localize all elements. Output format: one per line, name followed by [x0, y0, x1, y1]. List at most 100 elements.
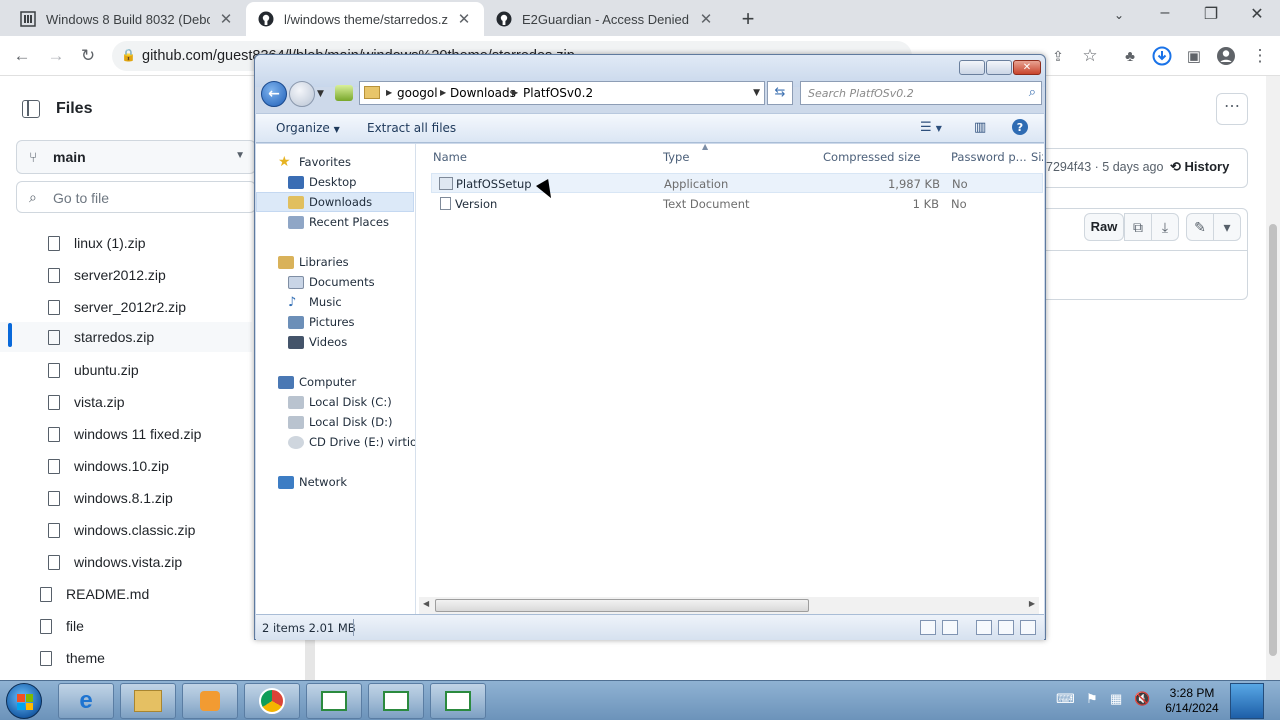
- commit-hash[interactable]: 7294f43 · 5 days ago: [1046, 160, 1163, 174]
- view-options-icon[interactable]: ☰ ▼: [920, 120, 942, 135]
- file-row[interactable]: PlatfOSSetup Application 1,987 KB No: [431, 173, 1043, 193]
- layout-icon[interactable]: [998, 620, 1014, 635]
- scrollbar-thumb[interactable]: [435, 599, 809, 612]
- menu-kebab-icon[interactable]: ⋮: [1248, 44, 1272, 68]
- keyboard-icon[interactable]: ⌨: [1056, 691, 1075, 707]
- file-explorer-icon[interactable]: [120, 683, 176, 719]
- nav-videos[interactable]: Videos: [256, 332, 347, 352]
- chevron-down-icon[interactable]: ▾: [1213, 213, 1241, 241]
- side-panel-icon[interactable]: ▣: [1182, 44, 1206, 68]
- tab-windows8-build[interactable]: Windows 8 Build 8032 (Debomb ✕: [8, 2, 246, 36]
- nav-computer[interactable]: Computer: [256, 372, 356, 392]
- forward-icon[interactable]: →: [44, 44, 68, 68]
- tree-item[interactable]: ubuntu.zip: [48, 355, 139, 385]
- nav-documents[interactable]: Documents: [256, 272, 375, 292]
- back-icon[interactable]: ←: [10, 44, 34, 68]
- minimize-icon[interactable]: –: [1153, 4, 1177, 22]
- help-icon[interactable]: ?: [1011, 118, 1029, 140]
- scroll-left-icon[interactable]: ◀: [423, 599, 429, 608]
- nav-local-disk-d[interactable]: Local Disk (D:): [256, 412, 393, 432]
- chevron-down-icon[interactable]: ▼: [753, 88, 760, 98]
- nav-desktop[interactable]: Desktop: [256, 172, 356, 192]
- restore-icon[interactable]: ❐: [1199, 4, 1223, 24]
- close-tab-icon[interactable]: ✕: [698, 10, 714, 28]
- column-header-name[interactable]: Name: [433, 144, 657, 168]
- window-list-icon[interactable]: [430, 683, 486, 719]
- history-button[interactable]: ⟲ History: [1170, 159, 1229, 175]
- back-arrow-icon[interactable]: ←: [261, 81, 287, 107]
- internet-explorer-icon[interactable]: e: [58, 683, 114, 719]
- nav-network[interactable]: Network: [256, 472, 347, 492]
- tree-item-selected[interactable]: starredos.zip: [0, 322, 252, 352]
- column-header-password[interactable]: Password p...: [951, 144, 1027, 168]
- window-list-icon[interactable]: [368, 683, 424, 719]
- scrollbar-thumb[interactable]: [1269, 224, 1277, 656]
- close-icon[interactable]: ✕: [1013, 60, 1041, 75]
- tree-item[interactable]: README.md: [40, 579, 149, 609]
- page-scrollbar[interactable]: [1266, 76, 1280, 680]
- edit-pencil-icon[interactable]: ✎: [1186, 213, 1214, 241]
- reload-icon[interactable]: ↻: [76, 44, 100, 68]
- tab-github-starredos[interactable]: l/windows theme/starredos.zip · g ✕: [246, 2, 484, 36]
- recent-pages-dropdown-icon[interactable]: ▼: [317, 89, 324, 99]
- nav-libraries[interactable]: Libraries: [256, 252, 349, 272]
- forward-arrow-icon[interactable]: [289, 81, 315, 107]
- tree-item[interactable]: windows.8.1.zip: [48, 483, 173, 513]
- layout-icon[interactable]: [976, 620, 992, 635]
- download-raw-icon[interactable]: ⤓: [1151, 213, 1179, 241]
- nav-downloads[interactable]: Downloads: [256, 192, 414, 212]
- breadcrumb-item[interactable]: googol: [397, 86, 438, 100]
- tree-item[interactable]: windows.vista.zip: [48, 547, 182, 577]
- window-list-icon[interactable]: [306, 683, 362, 719]
- column-header-type[interactable]: Type: [663, 144, 813, 168]
- minimize-icon[interactable]: [959, 60, 985, 75]
- close-window-icon[interactable]: ✕: [1245, 4, 1269, 24]
- extract-all-button[interactable]: Extract all files: [367, 121, 456, 135]
- tree-item[interactable]: windows.classic.zip: [48, 515, 195, 545]
- nav-music[interactable]: ♪ Music: [256, 292, 342, 312]
- more-options-button[interactable]: ⋯: [1216, 93, 1248, 125]
- download-icon[interactable]: [1150, 44, 1174, 68]
- action-center-flag-icon[interactable]: ⚑: [1086, 691, 1098, 707]
- breadcrumb-arrow-icon[interactable]: ▶: [512, 88, 518, 97]
- nav-favorites[interactable]: ★ Favorites: [256, 152, 351, 172]
- breadcrumb-item[interactable]: PlatfOSv0.2: [523, 86, 593, 100]
- nav-local-disk-c[interactable]: Local Disk (C:): [256, 392, 392, 412]
- tree-item[interactable]: windows 11 fixed.zip: [48, 419, 201, 449]
- explorer-address-bar[interactable]: ▶ googol ▶ Downloads ▶ PlatfOSv0.2 ▼: [359, 81, 765, 105]
- volume-muted-icon[interactable]: 🔇: [1134, 691, 1150, 707]
- profile-icon[interactable]: [1214, 44, 1238, 68]
- system-clock[interactable]: 3:28 PM 6/14/2024: [1160, 686, 1224, 716]
- tree-item[interactable]: server2012.zip: [48, 260, 166, 290]
- share-icon[interactable]: ⇪: [1046, 44, 1070, 68]
- tree-item[interactable]: file: [40, 611, 84, 641]
- file-row[interactable]: Version Text Document 1 KB No: [431, 194, 1043, 214]
- layout-icon[interactable]: [1020, 620, 1036, 635]
- up-folder-icon[interactable]: [335, 85, 353, 101]
- refresh-icon[interactable]: ⇆: [767, 81, 793, 105]
- thumbnails-view-icon[interactable]: [942, 620, 958, 635]
- breadcrumb-arrow-icon[interactable]: ▶: [440, 88, 446, 97]
- tree-item[interactable]: linux (1).zip: [48, 228, 146, 258]
- column-header-size[interactable]: Siz: [1031, 144, 1043, 168]
- nav-recent-places[interactable]: Recent Places: [256, 212, 389, 232]
- maximize-icon[interactable]: [986, 60, 1012, 75]
- details-view-icon[interactable]: [920, 620, 936, 635]
- tree-item[interactable]: vista.zip: [48, 387, 125, 417]
- branch-selector[interactable]: ⑂ main ▼: [16, 140, 256, 174]
- chrome-icon[interactable]: [244, 683, 300, 719]
- sidebar-collapse-icon[interactable]: [22, 100, 40, 118]
- explorer-search-input[interactable]: Search PlatfOSv0.2 ⌕: [800, 81, 1042, 105]
- close-tab-icon[interactable]: ✕: [456, 10, 472, 28]
- column-header-compressed-size[interactable]: Compressed size: [823, 144, 945, 168]
- breadcrumb-arrow-icon[interactable]: ▶: [386, 88, 392, 97]
- raw-button[interactable]: Raw: [1084, 213, 1124, 241]
- breadcrumb-item[interactable]: Downloads: [450, 86, 516, 100]
- copy-icon[interactable]: ⧉: [1124, 213, 1152, 241]
- tree-item[interactable]: server_2012r2.zip: [48, 292, 186, 322]
- scroll-right-icon[interactable]: ▶: [1029, 599, 1035, 608]
- tree-item[interactable]: windows.10.zip: [48, 451, 169, 481]
- organize-button[interactable]: Organize ▼: [276, 121, 340, 135]
- show-desktop-button[interactable]: [1230, 683, 1264, 719]
- preview-pane-icon[interactable]: ▥: [974, 120, 986, 135]
